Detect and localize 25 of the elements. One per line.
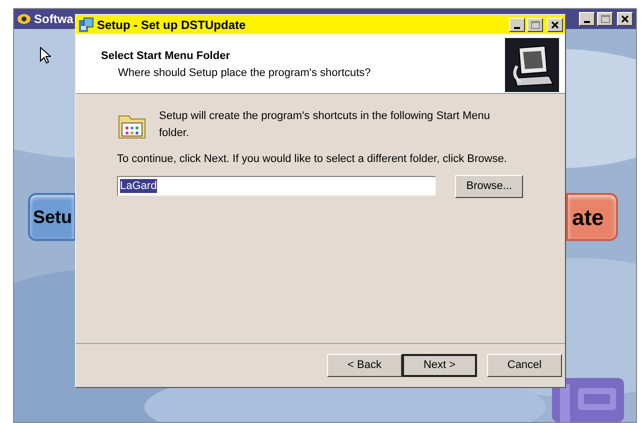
close-icon[interactable] [617, 12, 633, 26]
menu-button[interactable]: Setu [28, 193, 76, 241]
window-title: Softwa [34, 11, 74, 28]
minimize-icon[interactable] [509, 18, 525, 32]
wizard-button[interactable]: < Back [327, 354, 402, 377]
maximize-icon[interactable] [527, 18, 543, 32]
folder-field[interactable]: LaGard [117, 176, 436, 196]
wizard-button[interactable]: Cancel [487, 354, 562, 377]
maximize-icon[interactable] [597, 12, 613, 26]
dialog-title: Setup - Set up DSTUpdate [97, 16, 246, 34]
pointer-icon [40, 47, 51, 64]
close-icon[interactable] [547, 18, 563, 32]
eye-icon [17, 13, 31, 25]
setup-icon [78, 16, 94, 32]
header-subtitle: Where should Setup place the program's shortcuts? [117, 66, 371, 80]
menu-button[interactable]: ate [566, 193, 618, 241]
minimize-icon[interactable] [579, 12, 595, 26]
instruction-text: To continue, click Next. If you would like to select a different folder, click Browse. [117, 152, 508, 167]
logo-icon [552, 378, 624, 422]
info-text: Setup will create the program's shortcuts in the following Start Menu folder. [159, 109, 492, 140]
wizard-button[interactable]: Next > [402, 354, 477, 377]
field-value: LaGard [120, 179, 157, 193]
computer-icon [505, 38, 559, 92]
browse-button[interactable]: Browse... [455, 174, 523, 198]
header-title: Select Start Menu Folder [101, 49, 231, 64]
